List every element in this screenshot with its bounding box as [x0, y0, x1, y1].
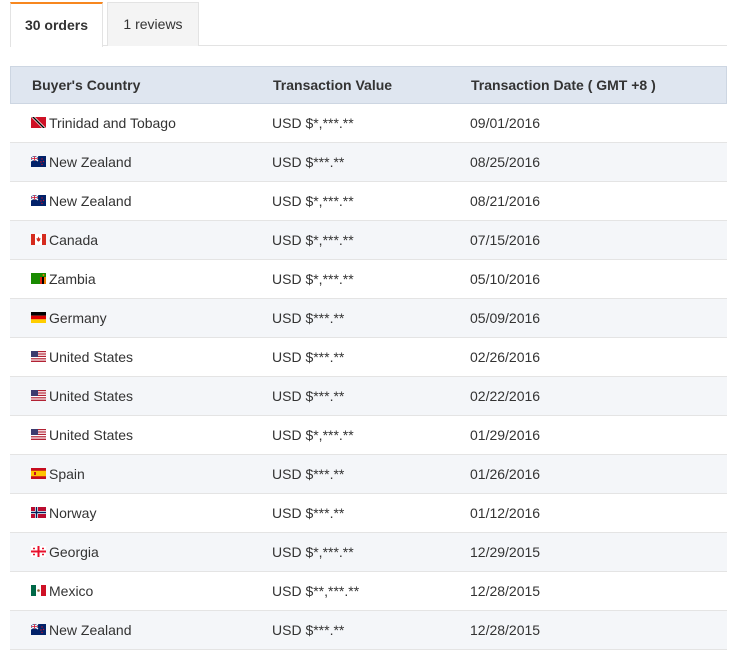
country-name: Germany — [49, 310, 107, 326]
transaction-value: USD $***.** — [272, 154, 345, 170]
country-name: New Zealand — [49, 154, 132, 170]
table-row: Germany USD $***.** 05/09/2016 — [10, 299, 727, 338]
zm-flag-icon — [31, 273, 46, 284]
transaction-date: 08/21/2016 — [470, 193, 541, 209]
country-name: Spain — [49, 466, 85, 482]
ca-flag-icon — [31, 234, 46, 245]
country-name: New Zealand — [49, 193, 132, 209]
table-row: United States USD $***.** 02/26/2016 — [10, 338, 727, 377]
table-row: Trinidad and Tobago USD $*,***.** 09/01/20… — [10, 104, 727, 143]
transaction-date: 02/22/2016 — [470, 388, 541, 404]
mx-flag-icon — [31, 585, 46, 596]
country-name: New Zealand — [49, 622, 132, 638]
transaction-value: USD $***.** — [272, 349, 345, 365]
no-flag-icon — [31, 507, 46, 518]
nz-flag-icon — [31, 195, 46, 206]
transactions-table: Buyer's Country Transaction Value Transa… — [10, 66, 727, 650]
transaction-date: 12/28/2015 — [470, 622, 541, 638]
transaction-value: USD $***.** — [272, 466, 345, 482]
country-name: Zambia — [49, 271, 96, 287]
transaction-date: 12/29/2015 — [470, 544, 541, 560]
transaction-date: 08/25/2016 — [470, 154, 541, 170]
tab-orders[interactable]: 30 orders — [10, 2, 103, 47]
de-flag-icon — [31, 312, 46, 323]
transaction-value: USD $*,***.** — [272, 193, 354, 209]
country-name: Georgia — [49, 544, 99, 560]
header-value: Transaction Value — [273, 77, 393, 93]
transaction-value: USD $*,***.** — [272, 271, 354, 287]
tt-flag-icon — [31, 117, 46, 128]
header-country: Buyer's Country — [32, 77, 141, 93]
table-row: Spain USD $***.** 01/26/2016 — [10, 455, 727, 494]
transaction-value: USD $***.** — [272, 505, 345, 521]
table-row: Georgia USD $*,***.** 12/29/2015 — [10, 533, 727, 572]
transaction-date: 01/26/2016 — [470, 466, 541, 482]
table-row: Canada USD $*,***.** 07/15/2016 — [10, 221, 727, 260]
transaction-date: 12/28/2015 — [470, 583, 541, 599]
table-row: Norway USD $***.** 01/12/2016 — [10, 494, 727, 533]
transaction-date: 05/10/2016 — [470, 271, 541, 287]
transaction-date: 05/09/2016 — [470, 310, 541, 326]
transaction-value: USD $***.** — [272, 388, 345, 404]
table-body: Trinidad and Tobago USD $*,***.** 09/01/20… — [10, 104, 727, 650]
transaction-value: USD $***.** — [272, 310, 345, 326]
table-row: Zambia USD $*,***.** 05/10/2016 — [10, 260, 727, 299]
country-name: United States — [49, 427, 134, 443]
table-row: United States USD $*,***.** 01/29/2016 — [10, 416, 727, 455]
transaction-value: USD $**,***.** — [272, 583, 360, 599]
us-flag-icon — [31, 351, 46, 362]
country-name: Canada — [49, 232, 99, 248]
table-row: United States USD $***.** 02/22/2016 — [10, 377, 727, 416]
transaction-value: USD $*,***.** — [272, 115, 354, 131]
transaction-value: USD $*,***.** — [272, 232, 354, 248]
tab-bar: 30 orders 1 reviews — [10, 0, 727, 47]
transaction-date: 02/26/2016 — [470, 349, 541, 365]
country-name: Mexico — [49, 583, 94, 599]
country-name: Trinidad and Tobago — [49, 115, 176, 131]
transaction-date: 01/29/2016 — [470, 427, 541, 443]
nz-flag-icon — [31, 156, 46, 167]
transaction-date: 07/15/2016 — [470, 232, 541, 248]
tab-reviews[interactable]: 1 reviews — [107, 2, 199, 46]
es-flag-icon — [31, 468, 46, 479]
table-header: Buyer's Country Transaction Value Transa… — [10, 66, 727, 104]
country-name: United States — [49, 349, 134, 365]
table-row: Mexico USD $**,***.** 12/28/2015 — [10, 572, 727, 611]
us-flag-icon — [31, 390, 46, 401]
nz-flag-icon — [31, 624, 46, 635]
country-name: Norway — [49, 505, 97, 521]
header-date: Transaction Date ( GMT +8 ) — [471, 77, 656, 93]
ge-flag-icon — [31, 546, 46, 557]
transaction-value: USD $*,***.** — [272, 427, 354, 443]
us-flag-icon — [31, 429, 46, 440]
table-row: New Zealand USD $***.** 12/28/2015 — [10, 611, 727, 650]
transaction-date: 09/01/2016 — [470, 115, 541, 131]
country-name: United States — [49, 388, 134, 404]
transaction-value: USD $*,***.** — [272, 544, 354, 560]
transaction-value: USD $***.** — [272, 622, 345, 638]
table-row: New Zealand USD $*,***.** 08/21/2016 — [10, 182, 727, 221]
transaction-date: 01/12/2016 — [470, 505, 541, 521]
table-row: New Zealand USD $***.** 08/25/2016 — [10, 143, 727, 182]
